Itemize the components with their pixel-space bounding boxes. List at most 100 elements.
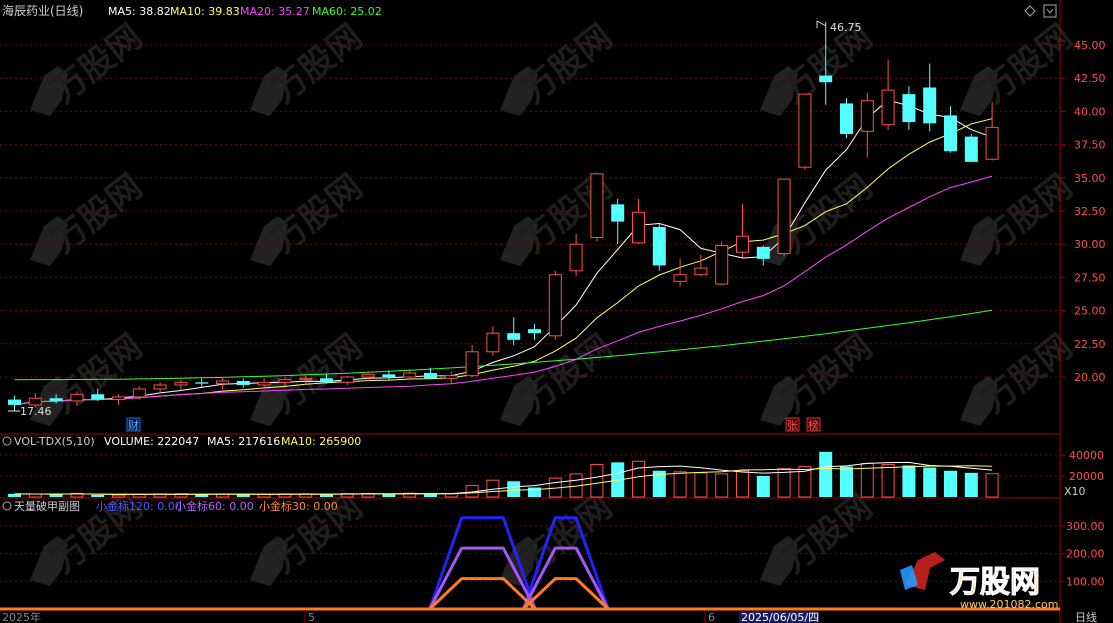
candle xyxy=(548,270,562,340)
candle xyxy=(153,382,167,393)
panel-toggle-icon[interactable] xyxy=(2,501,12,511)
candle-body xyxy=(798,93,812,168)
candle xyxy=(902,86,916,130)
volume-bar xyxy=(944,470,957,497)
high-annotation: 46.75 xyxy=(816,20,862,34)
volume-bar xyxy=(715,473,729,498)
candle xyxy=(715,241,729,286)
candle-body xyxy=(694,267,708,276)
candle-body xyxy=(736,235,749,253)
volume-ma5-label: MA5: 217616 xyxy=(207,435,280,448)
panel-toggle-icon[interactable] xyxy=(2,436,12,446)
volume-bar xyxy=(902,465,916,497)
logo-url-text: www.201082.com xyxy=(960,598,1058,611)
candle-body xyxy=(964,136,978,162)
candle-body xyxy=(174,381,188,386)
candle-body xyxy=(819,75,833,83)
candle-body xyxy=(299,377,313,381)
sub-series3-label: 小金标30: 0.00 xyxy=(259,499,338,513)
candle-body xyxy=(923,87,937,124)
event-markers[interactable]: 财 张 榜 xyxy=(126,417,821,432)
candle-body xyxy=(91,394,105,400)
price-tick-label: 25.00 xyxy=(1074,305,1106,318)
watermark-text: 万股网 xyxy=(515,327,620,421)
sub-axis: 100.00 200.00 300.00 xyxy=(1060,520,1105,588)
candle xyxy=(590,173,604,242)
candle-body xyxy=(840,103,853,134)
candle xyxy=(528,323,541,340)
high-pointer xyxy=(816,20,827,28)
sub-series2-label: 小金标60: 0.00 xyxy=(175,499,254,513)
candle-body xyxy=(611,204,625,222)
price-axis: 20.00 22.50 25.00 27.50 30.00 32.50 35.00 37.50… xyxy=(1060,39,1106,384)
price-tick-label: 45.00 xyxy=(1074,39,1106,52)
window-controls[interactable] xyxy=(1024,4,1057,18)
date-month-label: 5 xyxy=(308,611,315,623)
volume-tick-label: 20000 xyxy=(1069,470,1104,483)
diamond-icon[interactable] xyxy=(1024,5,1036,17)
candle xyxy=(112,394,125,405)
candle-body xyxy=(569,243,583,272)
rank-marker-label: 榜 xyxy=(808,418,819,432)
volume-bar xyxy=(590,463,604,498)
price-tick-label: 27.50 xyxy=(1074,271,1106,284)
candle-body xyxy=(340,376,354,383)
watermark-text: 万股网 xyxy=(775,487,880,581)
volume-bar xyxy=(819,451,833,497)
candle xyxy=(216,377,229,389)
candle-body xyxy=(278,379,292,383)
candle xyxy=(652,224,666,271)
volume-unit-label: X10 xyxy=(1064,485,1086,498)
candle-body xyxy=(944,115,957,152)
candle-body xyxy=(465,351,479,377)
volume-bar xyxy=(236,494,250,497)
candle xyxy=(985,102,999,161)
watermark-text: 万股网 xyxy=(775,17,880,111)
candle-body xyxy=(590,173,604,239)
volume-bar xyxy=(112,494,125,498)
date-axis: 2025年 5 6 2025/06/05/四 日线 xyxy=(2,610,1097,623)
volume-bar xyxy=(694,472,708,498)
watermark-text: 万股网 xyxy=(45,17,150,111)
price-tick-label: 40.00 xyxy=(1074,105,1106,118)
menu-button[interactable] xyxy=(1043,4,1057,18)
candle-body xyxy=(902,94,916,123)
brand-logo: 万股网 www.201082.com xyxy=(900,552,1058,611)
sub-tick-label: 200.00 xyxy=(1066,548,1105,561)
candle xyxy=(444,371,458,384)
candle xyxy=(860,92,874,158)
ma20-label: MA20: 35.27 xyxy=(240,5,310,18)
watermark-text: 万股网 xyxy=(975,327,1080,421)
watermark-text: 万股网 xyxy=(975,167,1080,261)
volume-bar xyxy=(840,466,853,497)
price-tick-label: 30.00 xyxy=(1074,238,1106,251)
candle xyxy=(881,59,895,130)
candle-body xyxy=(49,398,63,401)
candle-body xyxy=(486,332,500,353)
high-label: 46.75 xyxy=(830,21,862,34)
price-tick-label: 20.00 xyxy=(1074,371,1106,384)
candle-body xyxy=(985,126,999,160)
candle xyxy=(756,245,770,266)
candle xyxy=(611,199,625,245)
candle xyxy=(236,378,250,388)
candle-body xyxy=(28,397,42,406)
volume-bar xyxy=(923,467,937,497)
watermark-text: 万股网 xyxy=(515,487,620,581)
candle-body xyxy=(632,211,645,244)
candle-body xyxy=(715,245,729,285)
stock-chart[interactable]: 万股网 万股网 万股网 万股网 万股网万股网 万股网 万股网 万股网 万股网万股网 万股网 万股网万… xyxy=(0,0,1113,623)
price-tick-label: 37.50 xyxy=(1074,139,1106,152)
volume-grid xyxy=(0,454,1060,477)
limit-marker-label: 张 xyxy=(787,419,798,432)
watermark-text: 万股网 xyxy=(515,167,620,261)
sub-header: 天量破甲副图 小金标120: 0.00 小金标60: 0.00 小金标30: 0… xyxy=(2,499,338,513)
volume-bars xyxy=(8,451,999,498)
candle-body xyxy=(652,226,666,266)
candle xyxy=(964,133,978,162)
candle-body xyxy=(424,373,437,379)
candle xyxy=(507,317,521,346)
candle xyxy=(923,63,937,132)
chevron-down-icon[interactable] xyxy=(1046,8,1054,14)
sub-tick-label: 300.00 xyxy=(1066,520,1105,533)
